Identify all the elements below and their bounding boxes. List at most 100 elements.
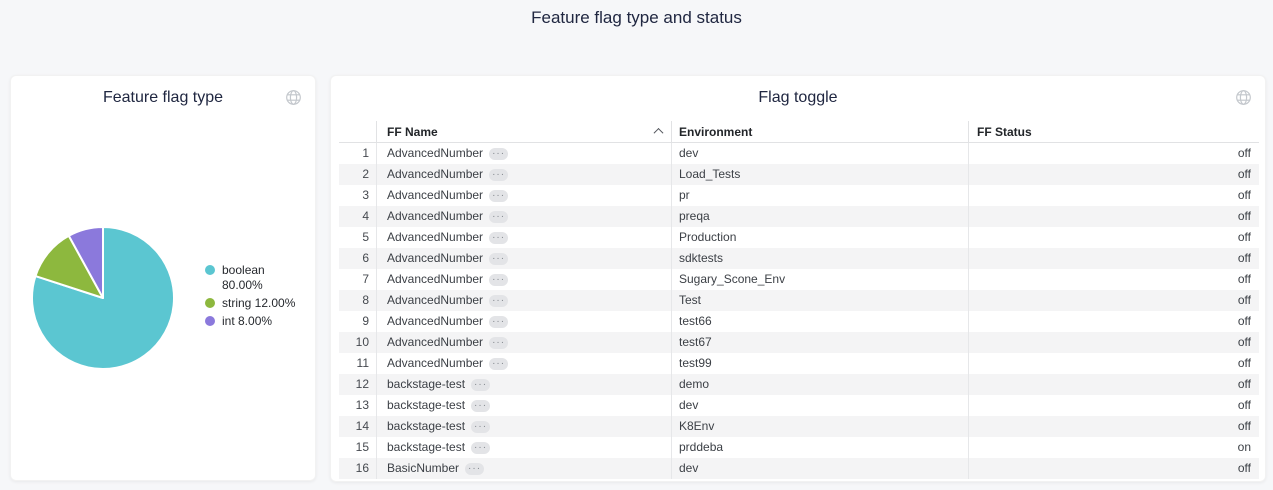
ff-name-text: AdvancedNumber xyxy=(387,185,483,206)
row-number: 9 xyxy=(339,311,376,332)
cell-ellipsis-button[interactable]: ··· xyxy=(489,358,508,370)
globe-icon[interactable] xyxy=(1235,89,1252,106)
cell-ellipsis-button[interactable]: ··· xyxy=(471,421,490,433)
table-row: 6AdvancedNumber···sdktestsoff xyxy=(339,248,1259,269)
flag-toggle-table: FF Name Environment FF Status 1AdvancedN… xyxy=(339,121,1259,479)
table-row: 8AdvancedNumber···Testoff xyxy=(339,290,1259,311)
environment-cell: dev xyxy=(671,143,968,164)
ff-name-text: AdvancedNumber xyxy=(387,332,483,353)
ff-name-cell: AdvancedNumber ··· xyxy=(376,332,671,353)
legend-color-dot xyxy=(205,265,215,275)
cell-ellipsis-button[interactable]: ··· xyxy=(489,295,508,307)
legend-item[interactable]: boolean80.00% xyxy=(205,263,295,293)
cell-ellipsis-button[interactable]: ··· xyxy=(489,232,508,244)
panel-flag-toggle: Flag toggle FF Name Environment FF Statu… xyxy=(330,75,1266,482)
legend-item[interactable]: string 12.00% xyxy=(205,296,295,311)
ff-name-text: backstage-test xyxy=(387,437,465,458)
ff-status-cell: off xyxy=(968,395,1259,416)
table-row: 15backstage-test···prddebaon xyxy=(339,437,1259,458)
pie-legend: boolean80.00% string 12.00% int 8.00% xyxy=(205,263,295,332)
table-row: 12backstage-test···demooff xyxy=(339,374,1259,395)
ff-status-cell: off xyxy=(968,269,1259,290)
ff-status-cell: off xyxy=(968,248,1259,269)
ff-name-cell: backstage-test··· xyxy=(376,395,671,416)
ff-name-text: AdvancedNumber xyxy=(387,248,483,269)
legend-label: boolean80.00% xyxy=(222,263,265,293)
table-row: 5AdvancedNumber···Productionoff xyxy=(339,227,1259,248)
cell-ellipsis-button[interactable]: ··· xyxy=(489,337,508,349)
cell-ellipsis-button[interactable]: ··· xyxy=(471,379,490,391)
row-number: 14 xyxy=(339,416,376,437)
ff-name-text: BasicNumber xyxy=(387,458,459,479)
ff-name-text: AdvancedNumber xyxy=(387,164,483,185)
ff-name-cell: AdvancedNumber ··· xyxy=(376,206,671,227)
table-row: 2AdvancedNumber···Load_Testsoff xyxy=(339,164,1259,185)
globe-icon[interactable] xyxy=(285,89,302,106)
table-row: 10AdvancedNumber···test67off xyxy=(339,332,1259,353)
cell-ellipsis-button[interactable]: ··· xyxy=(489,253,508,265)
row-number: 8 xyxy=(339,290,376,311)
table-row: 7AdvancedNumber···Sugary_Scone_Envoff xyxy=(339,269,1259,290)
ff-name-cell: AdvancedNumber ··· xyxy=(376,227,671,248)
row-number: 2 xyxy=(339,164,376,185)
ff-name-text: backstage-test xyxy=(387,416,465,437)
ff-name-cell: BasicNumber ··· xyxy=(376,458,671,479)
environment-cell: demo xyxy=(671,374,968,395)
row-number-header xyxy=(339,121,376,142)
ff-status-cell: off xyxy=(968,143,1259,164)
table-header-row: FF Name Environment FF Status xyxy=(339,121,1259,143)
ff-name-cell: AdvancedNumber··· xyxy=(376,353,671,374)
cell-ellipsis-button[interactable]: ··· xyxy=(471,400,490,412)
table-row: 14 backstage-test ··· K8Envoff xyxy=(339,416,1259,437)
row-number: 16 xyxy=(339,458,376,479)
ff-status-cell: on xyxy=(968,437,1259,458)
cell-ellipsis-button[interactable]: ··· xyxy=(489,169,508,181)
table-row: 16BasicNumber···devoff xyxy=(339,458,1259,479)
ff-name-cell: backstage-test ··· xyxy=(376,416,671,437)
ff-name-text: AdvancedNumber xyxy=(387,311,483,332)
pie-panel-title[interactable]: Feature flag type xyxy=(11,76,315,107)
environment-cell: test67 xyxy=(671,332,968,353)
ff-name-cell: AdvancedNumber··· xyxy=(376,143,671,164)
environment-cell: pr xyxy=(671,185,968,206)
pie-chart xyxy=(29,224,177,372)
ff-name-text: AdvancedNumber xyxy=(387,269,483,290)
cell-ellipsis-button[interactable]: ··· xyxy=(465,463,484,475)
ff-name-text: AdvancedNumber xyxy=(387,227,483,248)
cell-ellipsis-button[interactable]: ··· xyxy=(471,442,490,454)
environment-cell: Production xyxy=(671,227,968,248)
row-number: 3 xyxy=(339,185,376,206)
cell-ellipsis-button[interactable]: ··· xyxy=(489,148,508,160)
table-row: 9AdvancedNumber···test66off xyxy=(339,311,1259,332)
sort-ascending-icon[interactable] xyxy=(654,128,664,138)
legend-item[interactable]: int 8.00% xyxy=(205,314,295,329)
ff-name-cell: AdvancedNumber ··· xyxy=(376,164,671,185)
ff-status-cell: off xyxy=(968,416,1259,437)
ff-name-cell: AdvancedNumber ··· xyxy=(376,248,671,269)
ff-status-cell: off xyxy=(968,458,1259,479)
ff-name-cell: AdvancedNumber ··· xyxy=(376,311,671,332)
column-header-ff-status[interactable]: FF Status xyxy=(968,121,1259,142)
cell-ellipsis-button[interactable]: ··· xyxy=(489,211,508,223)
row-number: 10 xyxy=(339,332,376,353)
cell-ellipsis-button[interactable]: ··· xyxy=(489,190,508,202)
table-row: 13backstage-test···devoff xyxy=(339,395,1259,416)
environment-cell: K8Env xyxy=(671,416,968,437)
ff-status-cell: off xyxy=(968,227,1259,248)
ff-name-cell: AdvancedNumber ··· xyxy=(376,269,671,290)
ff-status-cell: off xyxy=(968,353,1259,374)
legend-color-dot xyxy=(205,298,215,308)
environment-cell: dev xyxy=(671,395,968,416)
row-number: 12 xyxy=(339,374,376,395)
table-body: 1AdvancedNumber···devoff2AdvancedNumber·… xyxy=(339,143,1259,479)
table-panel-title[interactable]: Flag toggle xyxy=(331,76,1265,107)
column-header-environment[interactable]: Environment xyxy=(671,121,968,142)
cell-ellipsis-button[interactable]: ··· xyxy=(489,274,508,286)
column-header-ff-name[interactable]: FF Name xyxy=(376,121,671,142)
cell-ellipsis-button[interactable]: ··· xyxy=(489,316,508,328)
legend-label: int 8.00% xyxy=(222,314,272,329)
ff-status-cell: off xyxy=(968,206,1259,227)
ff-name-text: AdvancedNumber xyxy=(387,206,483,227)
ff-name-cell: AdvancedNumber ··· xyxy=(376,185,671,206)
ff-status-cell: off xyxy=(968,311,1259,332)
